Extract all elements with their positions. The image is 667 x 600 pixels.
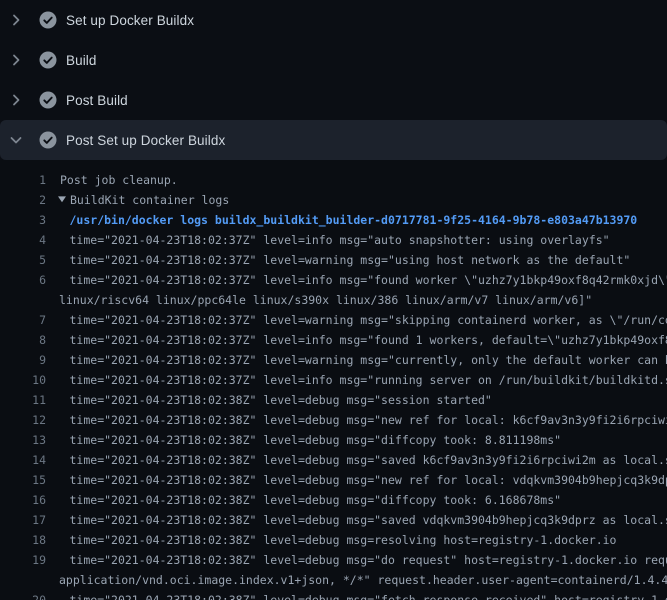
- line-number[interactable]: 17: [0, 510, 46, 530]
- log-text: time="2021-04-23T18:02:37Z" level=warnin…: [70, 350, 667, 370]
- line-number[interactable]: 9: [0, 350, 46, 370]
- line-number[interactable]: 16: [0, 490, 46, 510]
- log-line: linux/riscv64 linux/ppc64le linux/s390x …: [0, 290, 667, 310]
- line-number[interactable]: 6: [0, 270, 46, 290]
- log-line: 5 time="2021-04-23T18:02:37Z" level=warn…: [0, 250, 667, 270]
- actions-log-panel: Set up Docker Buildx Build Post Build: [0, 0, 667, 600]
- log-text: time="2021-04-23T18:02:38Z" level=debug …: [70, 490, 562, 510]
- log-text: time="2021-04-23T18:02:37Z" level=info m…: [70, 330, 667, 350]
- step-label: Post Set up Docker Buildx: [66, 133, 225, 148]
- line-number[interactable]: 8: [0, 330, 46, 350]
- line-number[interactable]: 14: [0, 450, 46, 470]
- chevron-right-icon: [8, 92, 24, 108]
- log-text: time="2021-04-23T18:02:37Z" level=info m…: [70, 370, 667, 390]
- check-circle-icon: [38, 50, 58, 70]
- log-line: 1 Post job cleanup.: [0, 170, 667, 190]
- line-number[interactable]: 15: [0, 470, 46, 490]
- line-number[interactable]: 4: [0, 230, 46, 250]
- log-line: 20 time="2021-04-23T18:02:38Z" level=deb…: [0, 590, 667, 600]
- line-number[interactable]: 5: [0, 250, 46, 270]
- line-number[interactable]: 20: [0, 590, 46, 600]
- log-line: 3 /usr/bin/docker logs buildx_buildkit_b…: [0, 210, 667, 230]
- triangle-down-icon: [58, 190, 66, 210]
- log-line: 17 time="2021-04-23T18:02:38Z" level=deb…: [0, 510, 667, 530]
- log-text: time="2021-04-23T18:02:37Z" level=warnin…: [70, 310, 667, 330]
- log-line: 18 time="2021-04-23T18:02:38Z" level=deb…: [0, 530, 667, 550]
- line-number[interactable]: 11: [0, 390, 46, 410]
- log-line: 7 time="2021-04-23T18:02:37Z" level=warn…: [0, 310, 667, 330]
- log-text: time="2021-04-23T18:02:38Z" level=debug …: [70, 550, 667, 570]
- log-text: linux/riscv64 linux/ppc64le linux/s390x …: [59, 290, 592, 310]
- log-line: 16 time="2021-04-23T18:02:38Z" level=deb…: [0, 490, 667, 510]
- check-circle-icon: [38, 130, 58, 150]
- line-number[interactable]: 2: [0, 190, 46, 210]
- log-line: 11 time="2021-04-23T18:02:38Z" level=deb…: [0, 390, 667, 410]
- step-row[interactable]: Build: [0, 40, 667, 80]
- log-line: 12 time="2021-04-23T18:02:38Z" level=deb…: [0, 410, 667, 430]
- step-label: Post Build: [66, 93, 128, 108]
- log-line: 19 time="2021-04-23T18:02:38Z" level=deb…: [0, 550, 667, 570]
- line-number[interactable]: 12: [0, 410, 46, 430]
- step-row[interactable]: Post Build: [0, 80, 667, 120]
- log-text: time="2021-04-23T18:02:37Z" level=info m…: [70, 270, 667, 290]
- check-circle-icon: [38, 10, 58, 30]
- step-label: Build: [66, 53, 97, 68]
- log-line: 15 time="2021-04-23T18:02:38Z" level=deb…: [0, 470, 667, 490]
- chevron-right-icon: [8, 12, 24, 28]
- log-text: time="2021-04-23T18:02:38Z" level=debug …: [70, 450, 667, 470]
- log-text: time="2021-04-23T18:02:38Z" level=debug …: [70, 390, 492, 410]
- line-number[interactable]: 1: [0, 170, 46, 190]
- line-number[interactable]: 10: [0, 370, 46, 390]
- log-line: 9 time="2021-04-23T18:02:37Z" level=warn…: [0, 350, 667, 370]
- line-number[interactable]: 7: [0, 310, 46, 330]
- log-group-toggle[interactable]: BuildKit container logs: [58, 190, 229, 210]
- log-text: /usr/bin/docker logs buildx_buildkit_bui…: [70, 210, 638, 230]
- step-label: Set up Docker Buildx: [66, 13, 194, 28]
- log-text: Post job cleanup.: [60, 170, 178, 190]
- line-number[interactable]: 19: [0, 550, 46, 570]
- log-text: time="2021-04-23T18:02:38Z" level=debug …: [70, 410, 667, 430]
- log-line: 13 time="2021-04-23T18:02:38Z" level=deb…: [0, 430, 667, 450]
- log-line: 8 time="2021-04-23T18:02:37Z" level=info…: [0, 330, 667, 350]
- log-line: 10 time="2021-04-23T18:02:37Z" level=inf…: [0, 370, 667, 390]
- log-line: 4 time="2021-04-23T18:02:37Z" level=info…: [0, 230, 667, 250]
- log-text: time="2021-04-23T18:02:37Z" level=warnin…: [70, 250, 631, 270]
- line-number[interactable]: 18: [0, 530, 46, 550]
- log-text: time="2021-04-23T18:02:38Z" level=debug …: [70, 590, 667, 600]
- line-number[interactable]: 3: [0, 210, 46, 230]
- line-number[interactable]: 13: [0, 430, 46, 450]
- log-text: time="2021-04-23T18:02:38Z" level=debug …: [70, 510, 667, 530]
- step-row[interactable]: Post Set up Docker Buildx: [0, 120, 667, 160]
- log-viewer: 1 Post job cleanup. 2 BuildKit container…: [0, 160, 667, 600]
- log-line: 6 time="2021-04-23T18:02:37Z" level=info…: [0, 270, 667, 290]
- chevron-down-icon: [8, 132, 24, 148]
- log-line: 2 BuildKit container logs: [0, 190, 667, 210]
- log-text: time="2021-04-23T18:02:38Z" level=debug …: [70, 530, 617, 550]
- steps-list: Set up Docker Buildx Build Post Build: [0, 0, 667, 160]
- log-line: application/vnd.oci.image.index.v1+json,…: [0, 570, 667, 590]
- log-text: time="2021-04-23T18:02:37Z" level=info m…: [70, 230, 610, 250]
- step-row[interactable]: Set up Docker Buildx: [0, 0, 667, 40]
- log-text: time="2021-04-23T18:02:38Z" level=debug …: [70, 430, 562, 450]
- log-text: application/vnd.oci.image.index.v1+json,…: [59, 570, 667, 590]
- log-line: 14 time="2021-04-23T18:02:38Z" level=deb…: [0, 450, 667, 470]
- check-circle-icon: [38, 90, 58, 110]
- log-text: time="2021-04-23T18:02:38Z" level=debug …: [70, 470, 667, 490]
- chevron-right-icon: [8, 52, 24, 68]
